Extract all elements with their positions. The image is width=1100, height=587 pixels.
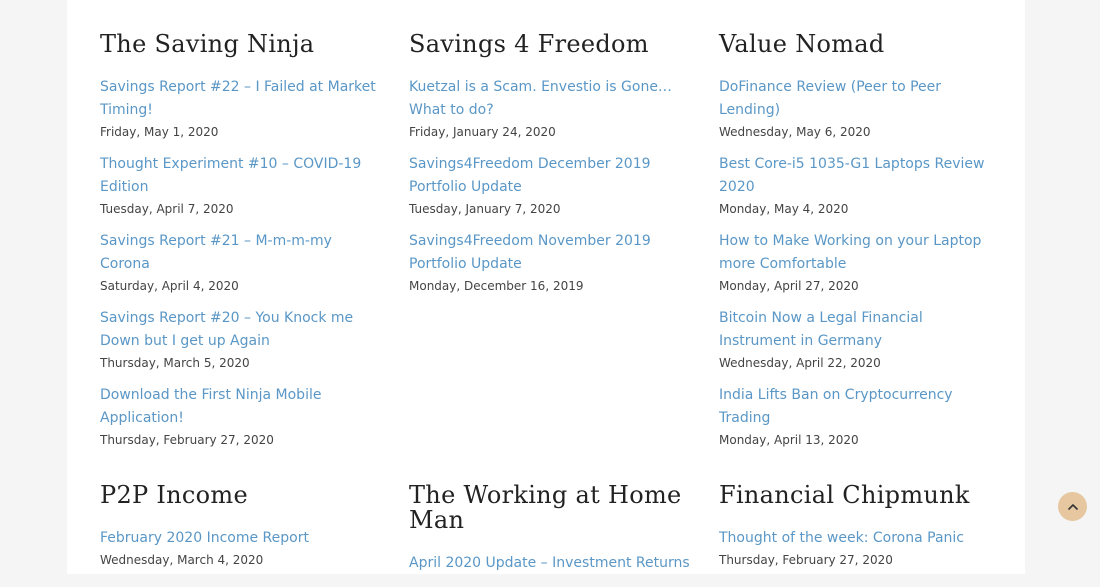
list-item: Savings Report #22 – I Failed at Market … (100, 76, 385, 141)
post-link[interactable]: DoFinance Review (Peer to Peer Lending) (719, 76, 994, 122)
post-date: Friday, May 1, 2020 (100, 125, 219, 139)
post-link[interactable]: India Lifts Ban on Cryptocurrency Tradin… (719, 384, 994, 430)
list-item: April 2020 Update – Investment Returns (409, 552, 691, 575)
post-link[interactable]: How to Make Working on your Laptop more … (719, 230, 994, 276)
list-item: DoFinance Review (Peer to Peer Lending) … (719, 76, 994, 141)
post-link[interactable]: Savings4Freedom November 2019 Portfolio … (409, 230, 691, 276)
post-date: Monday, May 4, 2020 (719, 202, 849, 216)
widget-title: The Working at Home Man (409, 481, 682, 534)
list-item: Kuetzal is a Scam. Envestio is Gone… Wha… (409, 76, 691, 141)
list-item: Bitcoin Now a Legal Financial Instrument… (719, 307, 994, 372)
post-link[interactable]: Savings Report #22 – I Failed at Market … (100, 76, 385, 122)
post-link[interactable]: Savings Report #20 – You Knock me Down b… (100, 307, 385, 353)
post-link[interactable]: April 2020 Update – Investment Returns (409, 552, 691, 575)
list-item: India Lifts Ban on Cryptocurrency Tradin… (719, 384, 994, 449)
post-list: April 2020 Update – Investment Returns (409, 552, 691, 575)
post-date: Saturday, April 4, 2020 (100, 279, 239, 293)
widget-title: P2P Income (100, 481, 248, 509)
post-date: Thursday, February 27, 2020 (719, 553, 893, 567)
list-item: Download the First Ninja Mobile Applicat… (100, 384, 385, 449)
post-date: Wednesday, May 6, 2020 (719, 125, 871, 139)
widget-title: Financial Chipmunk (719, 481, 970, 509)
list-item: Best Core-i5 1035-G1 Laptops Review 2020… (719, 153, 994, 218)
widget-financial-chipmunk: Financial Chipmunk Thought of the week: … (719, 483, 994, 581)
scroll-to-top-button[interactable] (1058, 492, 1087, 521)
post-date: Thursday, February 27, 2020 (100, 433, 274, 447)
post-date: Wednesday, March 4, 2020 (100, 553, 264, 567)
post-date: Tuesday, January 7, 2020 (409, 202, 561, 216)
post-date: Monday, April 27, 2020 (719, 279, 859, 293)
post-link[interactable]: Thought of the week: Corona Panic (719, 527, 994, 550)
widget-title: Value Nomad (719, 30, 885, 58)
widget-the-working-at-home-man: The Working at Home Man April 2020 Updat… (409, 483, 691, 587)
widget-title: The Saving Ninja (100, 30, 315, 58)
post-list: February 2020 Income Report Wednesday, M… (100, 527, 385, 569)
list-item: February 2020 Income Report Wednesday, M… (100, 527, 385, 569)
list-item: How to Make Working on your Laptop more … (719, 230, 994, 295)
post-list: Kuetzal is a Scam. Envestio is Gone… Wha… (409, 76, 691, 295)
widget-value-nomad: Value Nomad DoFinance Review (Peer to Pe… (719, 32, 994, 461)
list-item: Thought Experiment #10 – COVID-19 Editio… (100, 153, 385, 218)
post-link[interactable]: Bitcoin Now a Legal Financial Instrument… (719, 307, 994, 353)
post-link[interactable]: Kuetzal is a Scam. Envestio is Gone… Wha… (409, 76, 691, 122)
post-date: Monday, April 13, 2020 (719, 433, 859, 447)
post-list: Thought of the week: Corona Panic Thursd… (719, 527, 994, 569)
post-link[interactable]: Download the First Ninja Mobile Applicat… (100, 384, 385, 430)
list-item: Savings Report #21 – M-m-m-my Corona Sat… (100, 230, 385, 295)
list-item: Savings4Freedom December 2019 Portfolio … (409, 153, 691, 218)
list-item: Savings4Freedom November 2019 Portfolio … (409, 230, 691, 295)
post-list: Savings Report #22 – I Failed at Market … (100, 76, 385, 449)
post-link[interactable]: Best Core-i5 1035-G1 Laptops Review 2020 (719, 153, 994, 199)
post-date: Tuesday, April 7, 2020 (100, 202, 234, 216)
post-link[interactable]: February 2020 Income Report (100, 527, 385, 550)
post-link[interactable]: Savings4Freedom December 2019 Portfolio … (409, 153, 691, 199)
list-item: Thought of the week: Corona Panic Thursd… (719, 527, 994, 569)
post-date: Friday, January 24, 2020 (409, 125, 556, 139)
post-date: Monday, December 16, 2019 (409, 279, 584, 293)
widget-p2p-income: P2P Income February 2020 Income Report W… (100, 483, 385, 581)
post-list: DoFinance Review (Peer to Peer Lending) … (719, 76, 994, 449)
list-item: Savings Report #20 – You Knock me Down b… (100, 307, 385, 372)
widget-title: Savings 4 Freedom (409, 30, 649, 58)
post-date: Thursday, March 5, 2020 (100, 356, 250, 370)
chevron-up-icon (1067, 503, 1078, 510)
post-link[interactable]: Savings Report #21 – M-m-m-my Corona (100, 230, 385, 276)
widget-the-saving-ninja: The Saving Ninja Savings Report #22 – I … (100, 32, 385, 461)
post-date: Wednesday, April 22, 2020 (719, 356, 881, 370)
post-link[interactable]: Thought Experiment #10 – COVID-19 Editio… (100, 153, 385, 199)
widget-savings-4-freedom: Savings 4 Freedom Kuetzal is a Scam. Env… (409, 32, 691, 307)
